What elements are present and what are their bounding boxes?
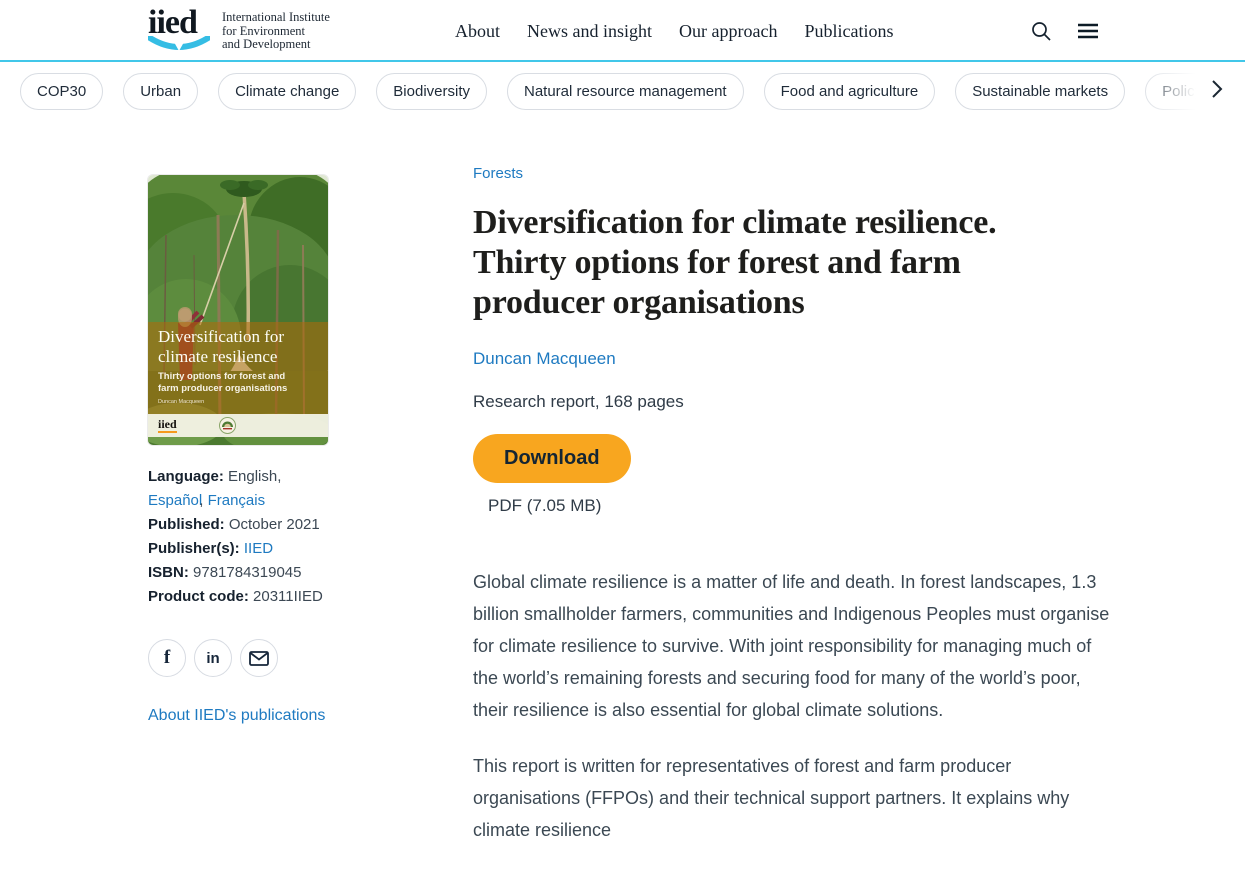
meta-published-label: Published: (148, 516, 225, 533)
page-title-line: producer organisations (473, 283, 1110, 323)
cover-subtitle-line: Thirty options for forest and (158, 371, 287, 383)
meta-language-link-espanol[interactable]: Español (148, 492, 202, 509)
menu-hamburger-icon[interactable] (1077, 22, 1099, 40)
meta-product-code-value: 20311IIED (253, 588, 323, 605)
site-header: iied International Institute for Environ… (0, 0, 1245, 62)
linkedin-in-glyph: in (206, 650, 219, 667)
page-title-line: Diversification for climate resilience. (473, 203, 1110, 243)
tagbar-scroll-right-chevron-icon[interactable] (1211, 79, 1223, 103)
tag-natural-resource-management[interactable]: Natural resource management (507, 73, 744, 110)
page-title-line: Thirty options for forest and farm (473, 243, 1110, 283)
author-link[interactable]: Duncan Macqueen (473, 349, 616, 369)
org-name: International Institute for Environment … (222, 11, 330, 52)
search-icon[interactable] (1029, 19, 1053, 43)
meta-isbn-value: 9781784319045 (193, 564, 301, 581)
meta-language-row: Language: English, Español, Français (148, 465, 328, 513)
facebook-share-icon[interactable]: f (148, 639, 186, 677)
meta-language-link-francais[interactable]: Français (208, 492, 266, 509)
summary-paragraph: This report is written for representativ… (473, 750, 1110, 846)
cover-title-line: climate resilience (158, 347, 284, 367)
cover-fff-circle-logo (219, 417, 236, 434)
nav-our-approach[interactable]: Our approach (679, 21, 777, 42)
meta-publisher-label: Publisher(s): (148, 540, 240, 557)
about-iied-publications-link[interactable]: About IIED's publications (148, 707, 325, 725)
tag-sustainable-markets[interactable]: Sustainable markets (955, 73, 1125, 110)
org-name-line: and Development (222, 38, 330, 52)
summary-paragraph: Global climate resilience is a matter of… (473, 566, 1110, 726)
cover-title: Diversification for climate resilience (158, 327, 284, 366)
topic-tagbar: COP30 Urban Climate change Biodiversity … (0, 62, 1245, 120)
publication-cover-image[interactable]: Diversification for climate resilience T… (148, 175, 328, 445)
download-button[interactable]: Download (473, 434, 631, 483)
share-buttons: f in (148, 639, 328, 677)
nav-news-and-insight[interactable]: News and insight (527, 21, 652, 42)
tag-climate-change[interactable]: Climate change (218, 73, 356, 110)
tag-biodiversity[interactable]: Biodiversity (376, 73, 487, 110)
meta-language-value: English, (228, 468, 281, 485)
meta-publisher-row: Publisher(s): IIED (148, 537, 328, 561)
cover-subtitle: Thirty options for forest and farm produ… (158, 371, 287, 395)
meta-published-value: October 2021 (229, 516, 320, 533)
report-type-and-pages: Research report, 168 pages (473, 392, 1110, 412)
breadcrumb-forests-link[interactable]: Forests (473, 165, 523, 182)
pdf-file-info: PDF (7.05 MB) (473, 496, 1110, 516)
iied-wordmark: iied (148, 8, 210, 54)
nav-publications[interactable]: Publications (804, 21, 893, 42)
tag-food-and-agriculture[interactable]: Food and agriculture (764, 73, 936, 110)
publication-article: Forests Diversification for climate resi… (473, 165, 1110, 870)
page-title: Diversification for climate resilience. … (473, 203, 1110, 323)
cover-iied-logo: iied (158, 418, 177, 433)
iied-wordmark-text: iied (148, 8, 210, 38)
main-nav: About News and insight Our approach Publ… (455, 0, 893, 62)
tag-urban[interactable]: Urban (123, 73, 198, 110)
cover-title-line: Diversification for (158, 327, 284, 347)
tag-cop30[interactable]: COP30 (20, 73, 103, 110)
meta-product-code-row: Product code: 20311IIED (148, 585, 328, 609)
cover-subtitle-line: farm producer organisations (158, 383, 287, 395)
meta-language-separator: , (199, 492, 203, 509)
meta-isbn-row: ISBN: 9781784319045 (148, 561, 328, 585)
org-name-line: for Environment (222, 25, 330, 39)
linkedin-share-icon[interactable]: in (194, 639, 232, 677)
publication-summary: Global climate resilience is a matter of… (473, 566, 1110, 846)
meta-product-code-label: Product code: (148, 588, 249, 605)
tag-policy-and-planning[interactable]: Policy and p (1145, 73, 1245, 110)
meta-publisher-link-iied[interactable]: IIED (244, 540, 273, 557)
publication-metadata: Language: English, Español, Français Pub… (148, 465, 328, 609)
download-section: Download PDF (7.05 MB) (473, 412, 1110, 516)
meta-isbn-label: ISBN: (148, 564, 189, 581)
header-icons (1029, 0, 1099, 62)
meta-published-row: Published: October 2021 (148, 513, 328, 537)
email-share-icon[interactable] (240, 639, 278, 677)
page-main: Diversification for climate resilience T… (0, 120, 1245, 870)
cover-publisher-bar: iied (148, 414, 328, 437)
iied-logo[interactable]: iied International Institute for Environ… (148, 8, 330, 54)
publication-sidebar: Diversification for climate resilience T… (148, 165, 328, 870)
org-name-line: International Institute (222, 11, 330, 25)
facebook-f-glyph: f (164, 647, 170, 669)
cover-author: Duncan Macqueen (158, 399, 204, 405)
nav-about[interactable]: About (455, 21, 500, 42)
meta-language-label: Language: (148, 468, 224, 485)
